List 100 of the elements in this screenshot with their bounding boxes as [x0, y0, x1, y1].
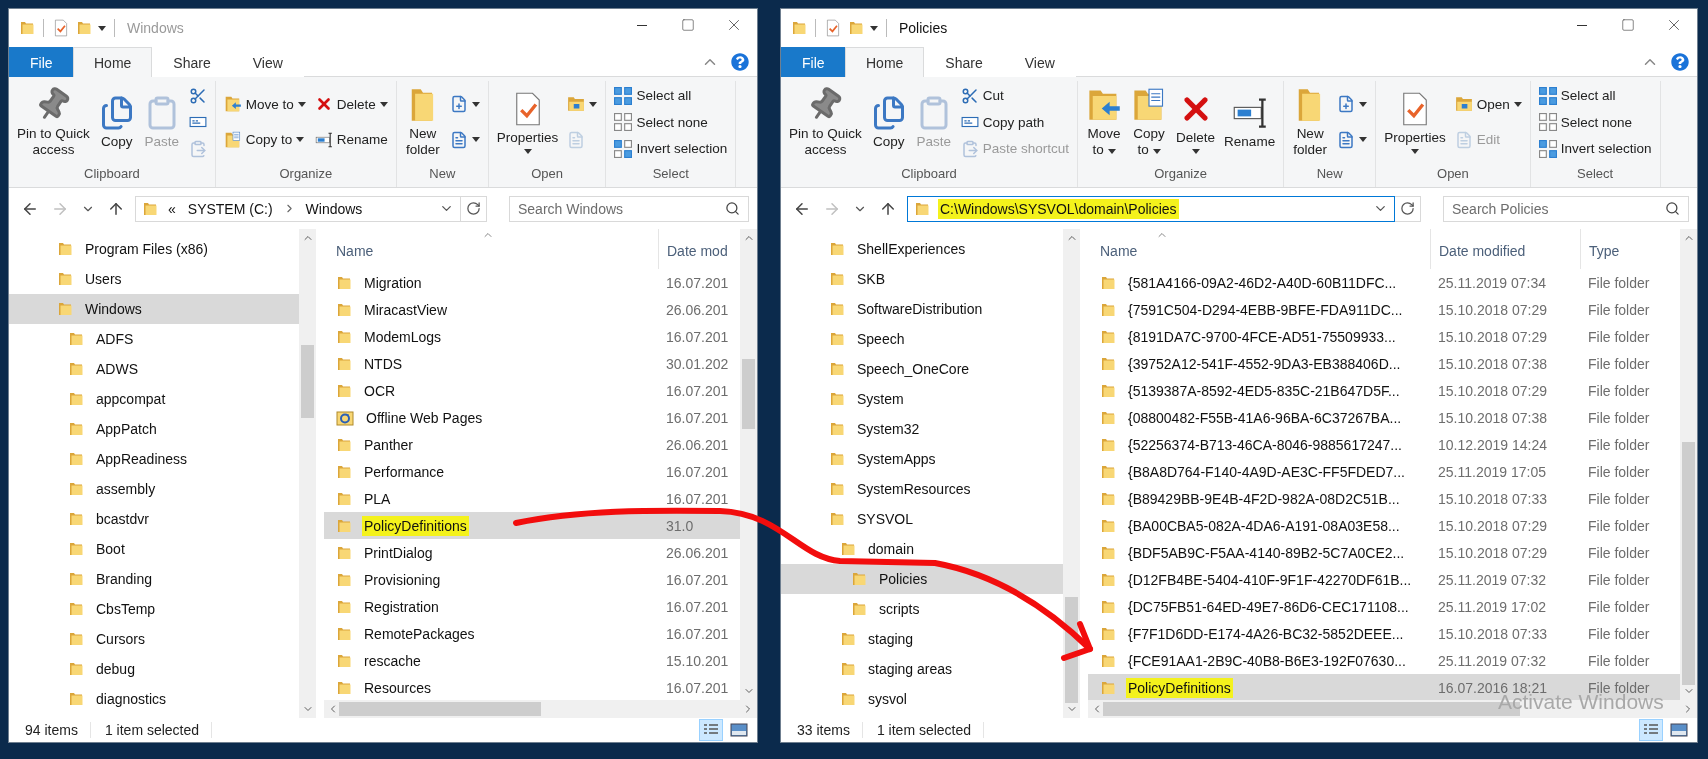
breadcrumb-overflow[interactable]: « — [166, 200, 178, 217]
nav-tree-item[interactable]: ADWS — [9, 354, 299, 384]
nav-tree-item[interactable]: staging areas — [781, 654, 1063, 684]
nav-tree-item[interactable]: ShellExperiences — [781, 234, 1063, 264]
nav-tree-item[interactable]: appcompat — [9, 384, 299, 414]
ribbon-button[interactable]: Invert selection — [611, 136, 731, 161]
nav-tree-item[interactable]: ADFS — [9, 324, 299, 354]
ribbon-tab[interactable]: File — [9, 47, 73, 77]
nav-tree-item[interactable]: debug — [9, 654, 299, 684]
nav-tree-item[interactable]: SystemResources — [781, 474, 1063, 504]
ribbon-tab[interactable]: Home — [73, 47, 153, 77]
ribbon-button[interactable]: Open — [1451, 92, 1525, 117]
file-row[interactable]: {BA00CBA5-082A-4DA6-A191-08A03E58... 15.10.2018 07:29 File folder — [1088, 512, 1680, 539]
nav-tree-item[interactable]: System32 — [781, 414, 1063, 444]
ribbon-button[interactable]: Select all — [1535, 83, 1655, 108]
file-row[interactable]: ModemLogs 16.07.201 — [324, 323, 740, 350]
scrollbar-thumb[interactable] — [339, 702, 541, 716]
file-row[interactable]: PLA 16.07.201 — [324, 485, 740, 512]
ribbon-button[interactable]: Copy — [95, 92, 138, 152]
ribbon-button[interactable]: Properties — [493, 88, 562, 156]
file-row[interactable]: MiracastView 26.06.201 — [324, 296, 740, 323]
nav-tree-item[interactable]: Program Files (x86) — [9, 234, 299, 264]
file-row[interactable]: Performance 16.07.201 — [324, 458, 740, 485]
ribbon-button[interactable]: Copy to — [220, 127, 309, 152]
nav-tree-item[interactable]: domain — [781, 534, 1063, 564]
file-row[interactable]: Panther 26.06.201 — [324, 431, 740, 458]
file-row[interactable]: {8191DA7C-9700-4FCE-AD51-75509933... 15.10.2018 07:29 File folder — [1088, 323, 1680, 350]
help-icon[interactable] — [1671, 52, 1689, 71]
nav-tree-item[interactable]: AppPatch — [9, 414, 299, 444]
nav-tree-item[interactable]: System — [781, 384, 1063, 414]
ribbon-button[interactable]: Move to — [220, 92, 309, 117]
ribbon-button[interactable]: Move to — [1083, 84, 1126, 160]
file-row[interactable]: PolicyDefinitions 31.0 — [324, 512, 740, 539]
ribbon-button[interactable]: New folder — [401, 84, 444, 160]
file-row[interactable]: NTDS 30.01.202 — [324, 350, 740, 377]
column-header[interactable]: Name — [1088, 229, 1430, 269]
ribbon-tab[interactable]: File — [781, 47, 845, 77]
nav-tree-item[interactable]: SoftwareDistribution — [781, 294, 1063, 324]
ribbon-button[interactable]: Delete — [311, 92, 391, 117]
file-row[interactable]: {7591C504-D294-4EBB-9BFE-FDA911DC... 15.10.2018 07:29 File folder — [1088, 296, 1680, 323]
file-row[interactable]: {BDF5AB9C-F5AA-4140-89B2-5C7A0CE2... 15.10.2018 07:29 File folder — [1088, 539, 1680, 566]
ribbon-button[interactable]: Copy — [867, 92, 910, 152]
ribbon-button[interactable]: Rename — [1221, 92, 1279, 152]
refresh-button[interactable] — [461, 195, 487, 222]
file-row[interactable]: {5139387A-8592-4ED5-835C-21B647D5F... 15.10.2018 07:29 File folder — [1088, 377, 1680, 404]
file-row[interactable]: {B8A8D764-F140-4A9D-AE3C-FF5FDED7... 25.11.2019 17:05 File folder — [1088, 458, 1680, 485]
breadcrumb[interactable]: Windows — [303, 200, 365, 217]
nav-tree-item[interactable]: Windows — [9, 294, 299, 324]
file-row[interactable]: Registration 16.07.201 — [324, 593, 740, 620]
ribbon-button[interactable]: New folder — [1289, 84, 1332, 160]
ribbon-button[interactable]: Copy path — [957, 110, 1073, 134]
vertical-scrollbar[interactable] — [740, 229, 757, 700]
breadcrumb[interactable]: SYSTEM (C:) — [185, 200, 275, 217]
file-row[interactable]: RemotePackages 16.07.201 — [324, 620, 740, 647]
address-field[interactable]: C:\Windows\SYSVOL\domain\Policies — [907, 195, 1395, 222]
nav-tree-item[interactable]: diagnostics — [9, 684, 299, 714]
ribbon-button[interactable]: Copy to — [1128, 84, 1171, 160]
nav-tree-item[interactable]: SystemApps — [781, 444, 1063, 474]
nav-tree-item[interactable]: scripts — [781, 594, 1063, 624]
file-row[interactable]: {39752A12-541F-4552-9DA3-EB388406D... 15.10.2018 07:38 File folder — [1088, 350, 1680, 377]
ribbon-button[interactable]: Pin to Quick access — [14, 84, 93, 160]
file-row[interactable]: OCR 16.07.201 — [324, 377, 740, 404]
ribbon-button[interactable]: Select all — [611, 83, 731, 108]
ribbon-button[interactable]: Cut — [957, 83, 1073, 108]
details-view-button[interactable] — [699, 719, 723, 741]
file-row[interactable]: {F7F1D6DD-E174-4A26-BC32-5852DEEE... 15.10.2018 07:33 File folder — [1088, 620, 1680, 647]
file-row[interactable]: {581A4166-09A2-46D2-A40D-60B11DFC... 25.11.2019 07:34 File folder — [1088, 269, 1680, 296]
search-icon[interactable] — [725, 200, 740, 216]
file-row[interactable]: {08800482-F55B-41A6-96BA-6C37267BA... 15.10.2018 07:38 File folder — [1088, 404, 1680, 431]
scrollbar-thumb[interactable] — [742, 358, 755, 430]
file-row[interactable]: Migration 16.07.201 — [324, 269, 740, 296]
nav-tree-item[interactable]: Speech — [781, 324, 1063, 354]
file-row[interactable]: {B89429BB-9E4B-4F2D-982A-08D2C51B... 15.10.2018 07:33 File folder — [1088, 485, 1680, 512]
vertical-scrollbar[interactable] — [1680, 229, 1697, 700]
nav-tree-item[interactable]: assembly — [9, 474, 299, 504]
nav-tree-item[interactable]: Cursors — [9, 624, 299, 654]
file-row[interactable]: Provisioning 16.07.201 — [324, 566, 740, 593]
file-row[interactable]: PrintDialog 26.06.201 — [324, 539, 740, 566]
search-icon[interactable] — [1665, 200, 1680, 216]
nav-tree-item[interactable]: bcastdvr — [9, 504, 299, 534]
nav-tree-item[interactable]: Speech_OneCore — [781, 354, 1063, 384]
ribbon-button[interactable]: Rename — [311, 127, 391, 152]
nav-tree-item[interactable]: Policies — [781, 564, 1063, 594]
ribbon-button[interactable]: Invert selection — [1535, 136, 1655, 161]
file-row[interactable]: Resources 16.07.201 — [324, 674, 740, 700]
address-field[interactable]: « SYSTEM (C:) Windows — [135, 195, 461, 222]
ribbon-tab[interactable]: Home — [845, 47, 925, 77]
file-row[interactable]: {52256374-B713-46CA-8046-9885617247... 10.12.2019 14:24 File folder — [1088, 431, 1680, 458]
vertical-scrollbar[interactable] — [299, 229, 316, 718]
nav-tree-item[interactable]: Users — [9, 264, 299, 294]
ribbon-button[interactable]: Delete — [1173, 88, 1219, 156]
nav-tree-item[interactable]: CbsTemp — [9, 594, 299, 624]
nav-tree-item[interactable]: AppReadiness — [9, 444, 299, 474]
nav-tree-item[interactable]: sysvol — [781, 684, 1063, 714]
search-field[interactable]: Search Windows — [509, 195, 749, 222]
nav-tree-item[interactable]: SYSVOL — [781, 504, 1063, 534]
details-view-button[interactable] — [1639, 719, 1663, 741]
file-row[interactable]: {FCE91AA1-2B9C-40B8-B6E3-192F07630... 25.11.2019 07:32 File folder — [1088, 647, 1680, 674]
file-row[interactable]: rescache 15.10.201 — [324, 647, 740, 674]
search-field[interactable]: Search Policies — [1443, 195, 1689, 222]
